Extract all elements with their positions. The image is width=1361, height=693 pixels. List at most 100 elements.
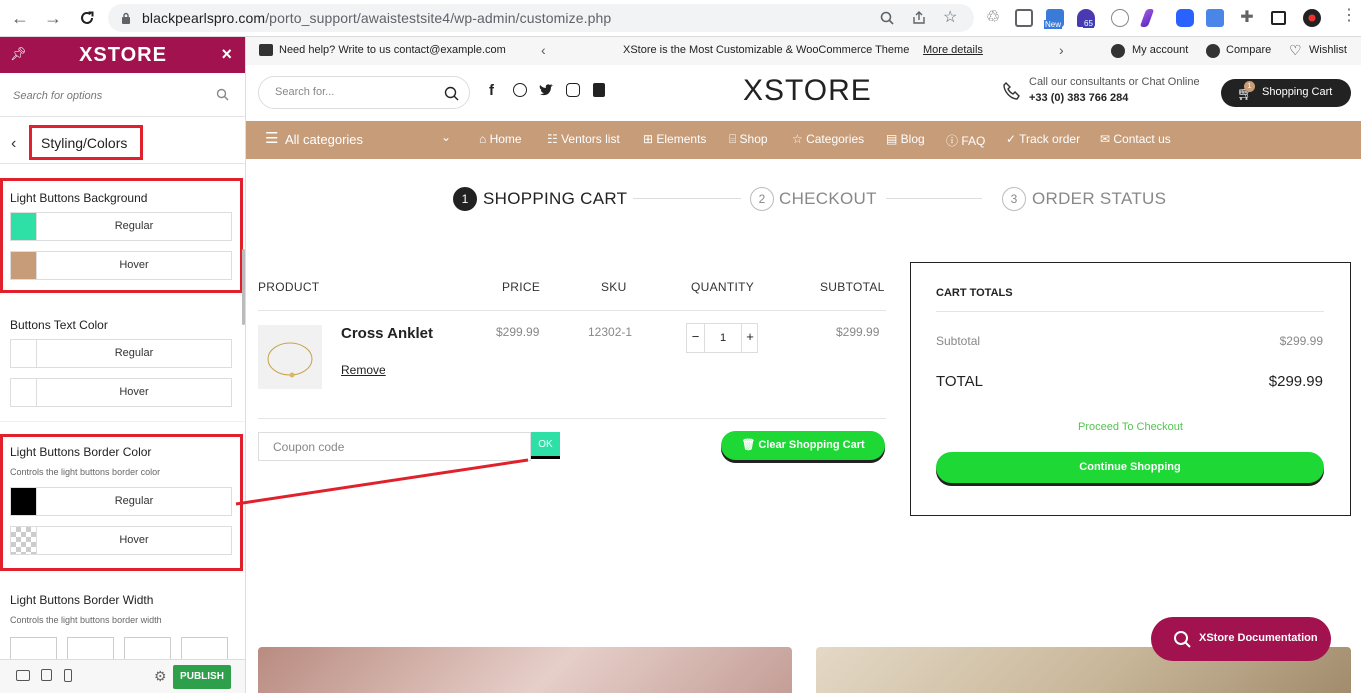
border-width-top-input[interactable] <box>10 637 57 659</box>
promo-next-chevron-icon[interactable]: › <box>1059 42 1064 58</box>
nav-item-ventors-list[interactable]: ☷ Ventors list <box>547 132 620 146</box>
back-chevron-icon[interactable]: ‹ <box>11 135 16 153</box>
color-picker-regular[interactable]: Regular <box>10 339 232 368</box>
product-image-tile[interactable] <box>258 647 792 693</box>
search-icon[interactable] <box>216 88 229 101</box>
nav-item-label: Contact us <box>1113 132 1171 146</box>
top-bar: Need help? Write to us contact@example.c… <box>246 37 1361 65</box>
all-categories-label[interactable]: All categories <box>285 132 363 147</box>
whatsapp-icon[interactable] <box>513 83 527 97</box>
remove-link[interactable]: Remove <box>341 363 386 377</box>
color-picker-regular[interactable]: Regular <box>10 212 232 241</box>
color-swatch[interactable] <box>11 213 37 240</box>
desktop-preview-icon[interactable] <box>16 670 30 681</box>
color-swatch[interactable] <box>11 527 37 554</box>
close-icon[interactable]: × <box>221 44 232 65</box>
feather-extension-icon[interactable] <box>1139 9 1155 27</box>
quantity-input[interactable]: 1 <box>705 324 741 352</box>
border-width-right-input[interactable] <box>67 637 114 659</box>
customizer-header: 📌︎ XSTORE × <box>0 37 245 73</box>
nav-item-shop[interactable]: ⌸ Shop <box>729 132 768 147</box>
quantity-increase-button[interactable]: + <box>741 324 758 352</box>
product-name[interactable]: Cross Anklet <box>341 325 433 342</box>
nav-item-label: Shop <box>739 132 768 146</box>
instagram-icon[interactable] <box>566 83 580 97</box>
section-title-highlight: Styling/Colors <box>29 125 143 160</box>
promo-link[interactable]: More details <box>923 44 983 56</box>
new-extension-icon[interactable]: New <box>1044 9 1064 29</box>
group-label-light-buttons-background: Light Buttons Background <box>10 191 148 205</box>
zoom-icon[interactable] <box>880 11 894 25</box>
color-swatch[interactable] <box>11 252 37 279</box>
color-swatch[interactable] <box>11 340 37 367</box>
side-panel-icon[interactable] <box>1271 11 1286 25</box>
shopping-cart-button[interactable]: 🛒︎ 1 Shopping Cart <box>1221 79 1351 107</box>
nav-item-blog[interactable]: ▤ Blog <box>886 132 925 146</box>
mobile-preview-icon[interactable] <box>64 669 72 682</box>
promo-prev-chevron-icon[interactable]: ‹ <box>541 42 546 58</box>
border-width-left-input[interactable] <box>181 637 228 659</box>
recycle-extension-icon[interactable]: ♲ <box>984 9 1002 27</box>
color-picker-regular[interactable]: Regular <box>10 487 232 516</box>
reload-icon[interactable] <box>76 7 98 29</box>
color-picker-hover[interactable]: Hover <box>10 378 232 407</box>
publish-button[interactable]: PUBLISH <box>173 665 231 689</box>
video-extension-icon[interactable] <box>1176 9 1194 27</box>
continue-shopping-button[interactable]: Continue Shopping <box>936 452 1324 483</box>
address-bar[interactable]: blackpearlspro.com/porto_support/awaiste… <box>108 4 974 32</box>
divider <box>258 418 886 419</box>
chat-icon <box>259 44 273 56</box>
product-thumbnail[interactable] <box>258 325 322 389</box>
puzzle-extensions-icon[interactable]: ✚ <box>1238 9 1256 27</box>
color-picker-hover[interactable]: Hover <box>10 251 232 280</box>
color-picker-hover[interactable]: Hover <box>10 526 232 555</box>
nav-item-elements[interactable]: ⊞ Elements <box>643 132 706 146</box>
compare-link[interactable]: Compare <box>1226 44 1271 56</box>
customizer-sidebar: 📌︎ XSTORE × Search for options ‹ Styling… <box>0 37 246 693</box>
tablet-preview-icon[interactable] <box>41 669 52 681</box>
help-text: Need help? Write to us contact@example.c… <box>279 44 506 56</box>
gear-icon[interactable]: ⚙ <box>154 668 167 685</box>
xstore-documentation-button[interactable]: XStore Documentation <box>1151 617 1331 661</box>
translate-extension-icon[interactable] <box>1206 9 1224 27</box>
column-header-subtotal: SUBTOTAL <box>820 280 885 294</box>
profile-avatar-icon[interactable] <box>1303 9 1321 27</box>
clear-shopping-cart-button[interactable]: 🗑︎ Clear Shopping Cart <box>721 431 885 460</box>
nav-item-categories[interactable]: ☆ Categories <box>792 132 864 146</box>
coupon-code-input[interactable]: Coupon code <box>258 432 531 461</box>
nav-item-contact-us[interactable]: ✉ Contact us <box>1100 132 1171 146</box>
border-width-bottom-input[interactable] <box>124 637 171 659</box>
nav-item-track-order[interactable]: ✓ Track order <box>1006 132 1080 146</box>
proceed-to-checkout-link[interactable]: Proceed To Checkout <box>911 421 1350 433</box>
color-swatch[interactable] <box>11 488 37 515</box>
account-link[interactable]: My account <box>1132 44 1188 56</box>
kebab-menu-icon[interactable]: ⋮ <box>1341 8 1357 24</box>
twitter-icon[interactable] <box>539 84 554 97</box>
youtube-icon[interactable] <box>593 83 605 97</box>
sidebar-scrollbar[interactable] <box>242 249 245 325</box>
facebook-icon[interactable]: f <box>489 82 494 99</box>
options-search[interactable]: Search for options <box>0 73 245 117</box>
hamburger-icon[interactable]: ☰ <box>265 131 278 146</box>
search-icon[interactable] <box>444 86 459 101</box>
color-row-label: Hover <box>119 259 149 271</box>
wishlist-link[interactable]: Wishlist <box>1309 44 1347 56</box>
bookmark-star-icon[interactable]: ☆ <box>943 7 957 27</box>
quantity-decrease-button[interactable]: − <box>687 324 705 352</box>
device-extension-icon[interactable] <box>1015 9 1033 27</box>
nav-item-label: Blog <box>900 132 925 146</box>
nav-item-home[interactable]: ⌂ Home <box>479 132 522 146</box>
forward-arrow-icon[interactable]: → <box>42 7 64 29</box>
coupon-ok-button[interactable]: OK <box>531 432 560 459</box>
nav-item-label: FAQ <box>961 134 986 148</box>
group-description: Controls the light buttons border width <box>10 615 162 625</box>
nav-item-faq[interactable]: ⓘ FAQ <box>946 132 985 149</box>
site-search-input[interactable]: Search for... <box>258 76 470 109</box>
color-swatch[interactable] <box>11 379 37 406</box>
site-logo[interactable]: XSTORE <box>743 74 872 108</box>
chevron-down-icon[interactable]: ⌄ <box>441 130 451 144</box>
share-icon[interactable] <box>912 11 927 25</box>
cap-extension-icon[interactable]: 65 <box>1077 9 1095 28</box>
globe-extension-icon[interactable] <box>1111 9 1129 27</box>
back-arrow-icon[interactable]: ← <box>9 7 31 29</box>
